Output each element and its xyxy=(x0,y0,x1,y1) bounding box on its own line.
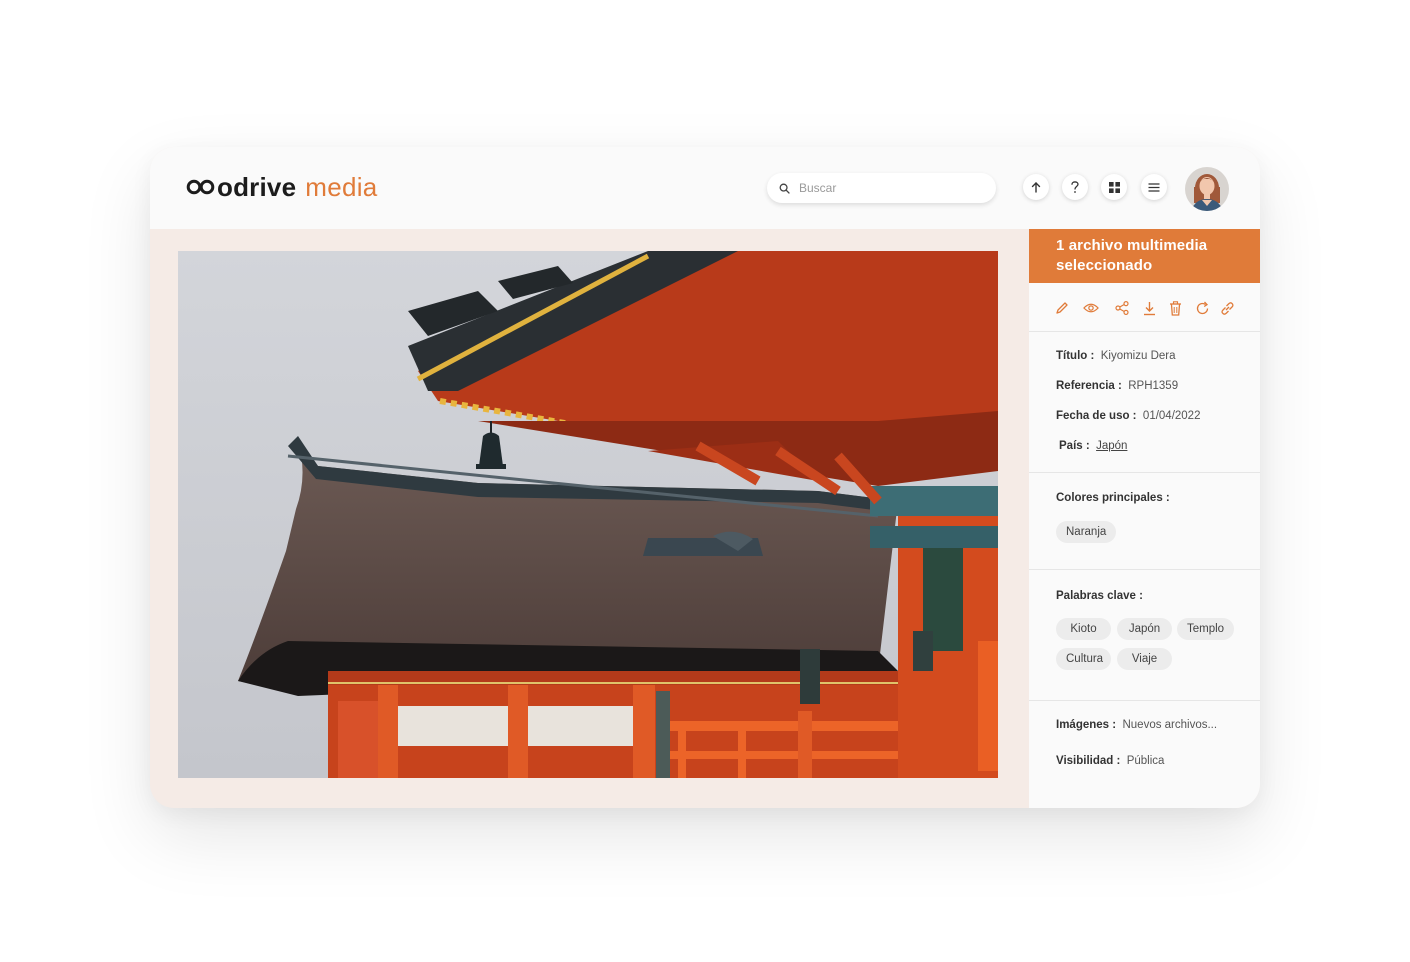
avatar-image xyxy=(1185,167,1229,211)
brand-suffix: media xyxy=(305,171,378,202)
field-visibility-key: Visibilidad : xyxy=(1056,755,1121,767)
menu-icon xyxy=(1148,182,1160,192)
field-date-key: Fecha de uso : xyxy=(1056,410,1137,422)
view-button[interactable] xyxy=(1083,300,1099,316)
download-button[interactable] xyxy=(1141,300,1157,316)
selection-title: 1 archivo multimedia seleccionado xyxy=(1029,229,1260,283)
field-images-key: Imágenes : xyxy=(1056,719,1117,731)
user-avatar[interactable] xyxy=(1185,167,1229,211)
keyword-tag[interactable]: Viaje xyxy=(1117,648,1172,670)
field-reference-value: RPH1359 xyxy=(1128,380,1179,392)
refresh-button[interactable] xyxy=(1194,300,1210,316)
field-title: Título : Kiyomizu Dera xyxy=(1056,350,1176,362)
temple-photo xyxy=(178,251,998,778)
field-title-key: Título : xyxy=(1056,350,1095,362)
app-window: odrive media Buscar 1 archivo multimedia… xyxy=(150,147,1260,808)
colors-section: Colores principales : Naranja xyxy=(1029,472,1260,570)
delete-button[interactable] xyxy=(1167,300,1183,316)
link-icon xyxy=(1220,301,1234,315)
keyword-tag[interactable]: Kioto xyxy=(1056,618,1111,640)
metadata-section: Título : Kiyomizu Dera Referencia : RPH1… xyxy=(1029,331,1260,473)
field-date: Fecha de uso : 01/04/2022 xyxy=(1056,410,1200,422)
details-panel: 1 archivo multimedia seleccionado Título… xyxy=(1029,229,1260,808)
field-date-value: 01/04/2022 xyxy=(1142,410,1201,422)
media-preview[interactable] xyxy=(178,251,998,778)
edit-icon xyxy=(1056,302,1068,314)
search-bar[interactable] xyxy=(767,173,996,203)
search-input[interactable] xyxy=(797,180,981,196)
color-tag[interactable]: Naranja xyxy=(1056,521,1117,543)
country-link[interactable]: Japón xyxy=(1096,440,1127,452)
field-visibility-value: Pública xyxy=(1126,755,1165,767)
keywords-title: Palabras clave : xyxy=(1056,590,1143,602)
field-visibility: Visibilidad : Pública xyxy=(1056,755,1164,767)
brand-name: odrive xyxy=(217,171,297,202)
field-title-value: Kiyomizu Dera xyxy=(1100,350,1176,362)
delete-icon xyxy=(1169,300,1181,316)
share-button[interactable] xyxy=(1114,300,1130,316)
field-images: Imágenes : Nuevos archivos... xyxy=(1056,719,1217,731)
grid-icon xyxy=(1108,181,1120,193)
colors-title: Colores principales : xyxy=(1056,492,1170,504)
search-icon xyxy=(779,183,790,194)
upload-button[interactable] xyxy=(1023,174,1049,200)
app-header: odrive media xyxy=(150,147,1260,229)
field-country: País : Japón xyxy=(1059,440,1127,452)
keyword-tag[interactable]: Templo xyxy=(1177,618,1234,640)
help-icon xyxy=(1071,181,1079,193)
edit-button[interactable] xyxy=(1054,300,1070,316)
field-reference: Referencia : RPH1359 xyxy=(1056,380,1178,392)
link-button[interactable] xyxy=(1219,300,1235,316)
help-button[interactable] xyxy=(1062,174,1088,200)
keyword-tag[interactable]: Japón xyxy=(1117,618,1172,640)
refresh-icon xyxy=(1196,301,1208,314)
download-icon xyxy=(1143,301,1155,315)
grid-view-button[interactable] xyxy=(1101,174,1127,200)
keywords-section: Palabras clave : Kioto Japón Templo Cult… xyxy=(1029,569,1260,701)
menu-button[interactable] xyxy=(1141,174,1167,200)
actions-toolbar xyxy=(1029,283,1260,332)
view-icon xyxy=(1083,303,1099,313)
upload-icon xyxy=(1031,182,1041,193)
brand-logo[interactable]: odrive media xyxy=(186,172,378,202)
logo-mark-icon xyxy=(186,179,215,195)
keyword-tag[interactable]: Cultura xyxy=(1056,648,1111,670)
field-images-value: Nuevos archivos... xyxy=(1122,719,1218,731)
share-icon xyxy=(1115,301,1129,315)
field-reference-key: Referencia : xyxy=(1056,380,1122,392)
field-country-key: País : xyxy=(1059,440,1090,452)
